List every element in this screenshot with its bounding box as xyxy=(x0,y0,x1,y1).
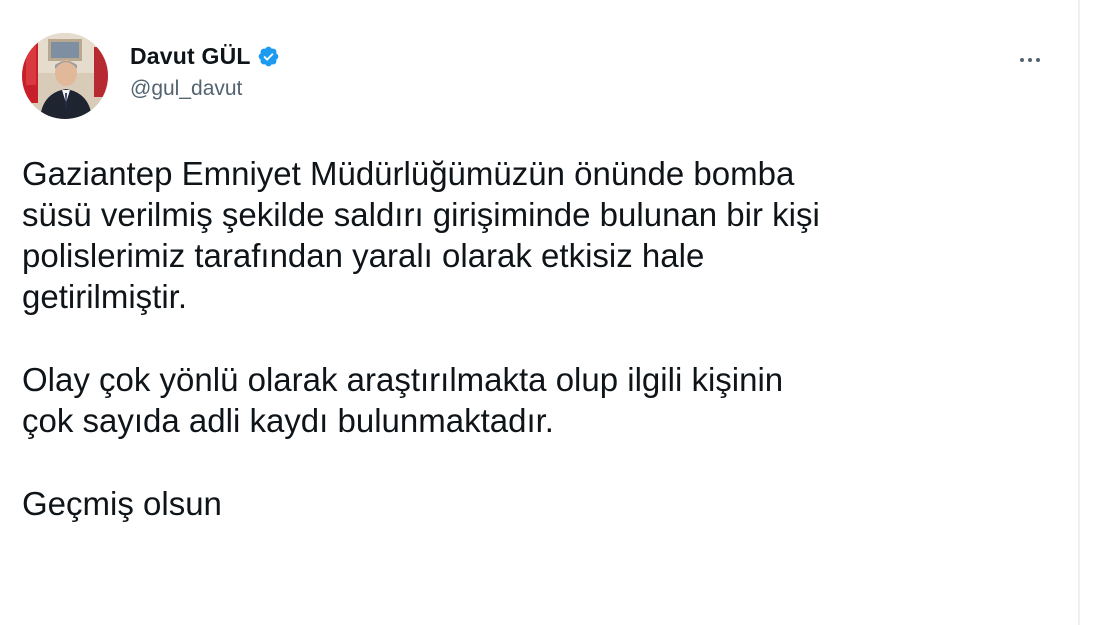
more-horizontal-icon xyxy=(1020,58,1024,62)
author-handle[interactable]: @gul_davut xyxy=(130,77,280,101)
author-info: Davut GÜL @gul_davut xyxy=(130,41,280,101)
name-row: Davut GÜL xyxy=(130,41,280,71)
tweet-header: Davut GÜL @gul_davut xyxy=(22,33,1062,123)
verified-badge-icon xyxy=(257,45,280,68)
tweet-paragraph: Gaziantep Emniyet Müdürlüğümüzün önünde … xyxy=(22,155,820,315)
more-horizontal-icon xyxy=(1028,58,1032,62)
tweet-paragraph: Olay çok yönlü olarak araştırılmakta olu… xyxy=(22,361,784,439)
tweet-paragraph: Geçmiş olsun xyxy=(22,485,222,522)
more-horizontal-icon xyxy=(1036,58,1040,62)
author-display-name[interactable]: Davut GÜL xyxy=(130,43,251,70)
page-gutter xyxy=(1080,0,1110,625)
avatar-photo-icon xyxy=(22,33,108,119)
tweet-text: Gaziantep Emniyet Müdürlüğümüzün önünde … xyxy=(22,153,1042,524)
tweet-card: Davut GÜL @gul_davut Gaziantep Emniyet M… xyxy=(0,0,1080,625)
more-options-button[interactable] xyxy=(1010,52,1050,68)
avatar[interactable] xyxy=(22,33,108,119)
